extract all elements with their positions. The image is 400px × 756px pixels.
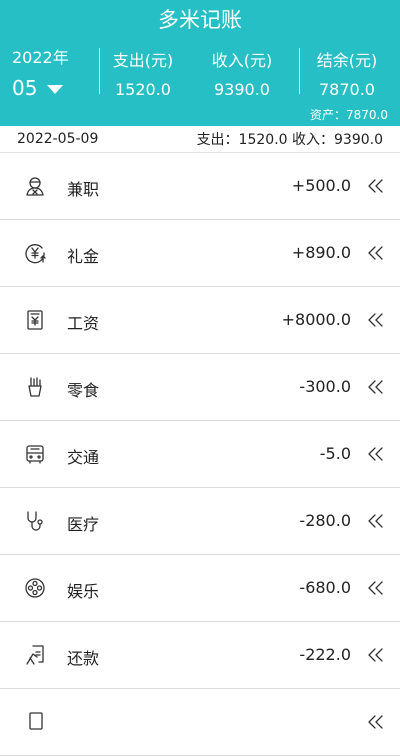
record-name: 娱乐 [67,582,100,601]
record-name: 还款 [67,649,100,668]
day-summary: 2022-05-09 支出：1520.0 收入：9390.0 [0,126,400,153]
repayment-icon [26,645,44,665]
list-item[interactable]: 工资 +8000.0 [0,287,400,354]
part-time-icon [26,177,44,196]
summary-date: 2022-05-09 [17,131,99,147]
record-list: 兼职 +500.0 礼金 +890.0 工资 +8000.0 零食 -300.0 [0,153,400,756]
summary-totals: 支出：1520.0 收入：9390.0 [196,132,383,148]
double-chevron-left-icon[interactable] [366,646,386,664]
partial-item-icon [29,712,43,730]
record-amount: -680.0 [299,578,351,597]
record-name: 工资 [67,314,100,333]
list-item[interactable]: 还款 -222.0 [0,622,400,689]
list-item[interactable]: 交通 -5.0 [0,421,400,488]
record-amount: +8000.0 [281,310,351,329]
list-item[interactable]: 医疗 -280.0 [0,488,400,555]
month-value[interactable]: 05 [12,76,37,100]
list-item[interactable]: 兼职 +500.0 [0,153,400,220]
expense-value: 1520.0 [115,80,171,99]
header-divider [99,48,100,94]
double-chevron-left-icon[interactable] [366,579,386,597]
list-item[interactable]: 娱乐 -680.0 [0,555,400,622]
entertainment-icon [25,578,45,598]
list-item[interactable]: 零食 -300.0 [0,354,400,421]
record-amount: -300.0 [299,377,351,396]
income-label: 收入(元) [211,51,273,70]
medical-icon [27,511,43,531]
income-stat: 收入(元) 9390.0 [198,47,286,99]
balance-label: 结余(元) [316,51,378,70]
header-divider [299,48,300,94]
record-amount: +890.0 [291,243,351,262]
expense-label: 支出(元) [112,51,174,70]
double-chevron-left-icon[interactable] [366,512,386,530]
record-name: 礼金 [67,247,100,266]
double-chevron-left-icon[interactable] [366,445,386,463]
record-name: 零食 [67,381,100,400]
double-chevron-left-icon[interactable] [366,177,386,195]
month-selector[interactable]: 05 [12,76,64,100]
record-amount: -5.0 [319,444,351,463]
app-header: 多米记账 2022年 05 支出(元) 1520.0 收入(元) 9390.0 … [0,0,400,126]
record-name: 兼职 [67,180,100,199]
list-item[interactable]: 礼金 +890.0 [0,220,400,287]
gift-money-icon [25,244,46,264]
list-item[interactable] [0,689,400,756]
record-amount: +500.0 [291,176,351,195]
double-chevron-left-icon[interactable] [366,244,386,262]
app-title: 多米记账 [158,8,242,32]
transport-icon [26,445,44,464]
expense-stat: 支出(元) 1520.0 [106,47,180,99]
record-amount: -222.0 [299,645,351,664]
snack-icon [28,377,42,397]
double-chevron-left-icon[interactable] [366,378,386,396]
record-name: 医疗 [67,515,100,534]
salary-icon [27,310,43,330]
record-name: 交通 [67,448,100,467]
balance-value: 7870.0 [319,80,375,99]
year-label[interactable]: 2022年 [12,44,69,68]
record-amount: -280.0 [299,511,351,530]
income-value: 9390.0 [214,80,270,99]
assets-total: 资产：7870.0 [310,108,388,122]
double-chevron-left-icon[interactable] [366,311,386,329]
double-chevron-left-icon[interactable] [366,713,386,731]
balance-stat: 结余(元) 7870.0 [306,47,388,99]
dropdown-caret-icon[interactable] [47,84,64,94]
